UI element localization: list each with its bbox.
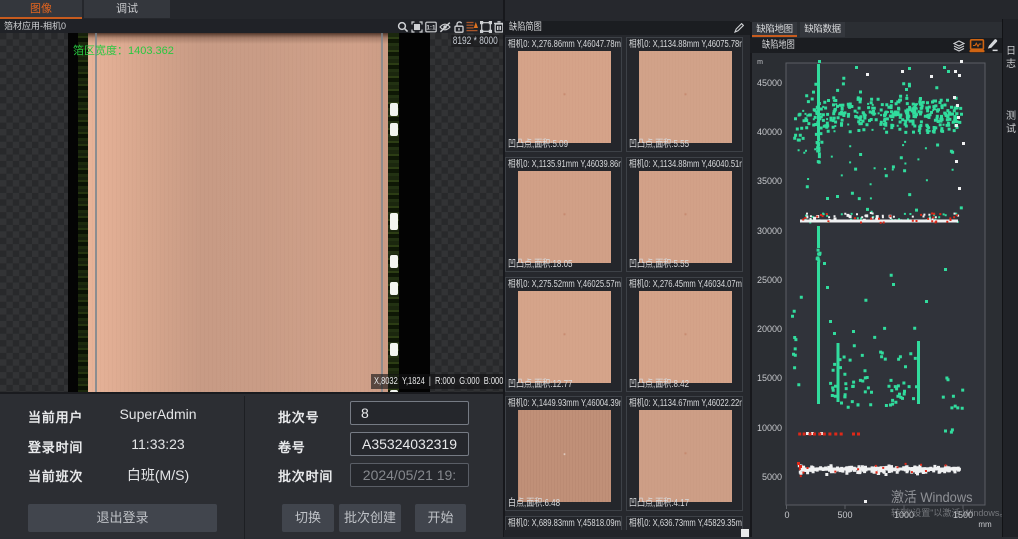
svg-text:mm: mm (978, 520, 992, 529)
svg-text:25000: 25000 (757, 275, 782, 285)
svg-text:0: 0 (784, 510, 789, 520)
svg-text:35000: 35000 (757, 176, 782, 186)
svg-text:10000: 10000 (757, 423, 782, 433)
svg-text:5000: 5000 (762, 472, 782, 482)
svg-text:20000: 20000 (757, 324, 782, 334)
svg-text:30000: 30000 (757, 226, 782, 236)
svg-text:15000: 15000 (757, 373, 782, 383)
svg-text:1:1: 1:1 (426, 24, 436, 31)
svg-text:500: 500 (837, 510, 852, 520)
svg-text:45000: 45000 (757, 78, 782, 88)
svg-text:40000: 40000 (757, 127, 782, 137)
svg-text:m: m (757, 59, 763, 66)
